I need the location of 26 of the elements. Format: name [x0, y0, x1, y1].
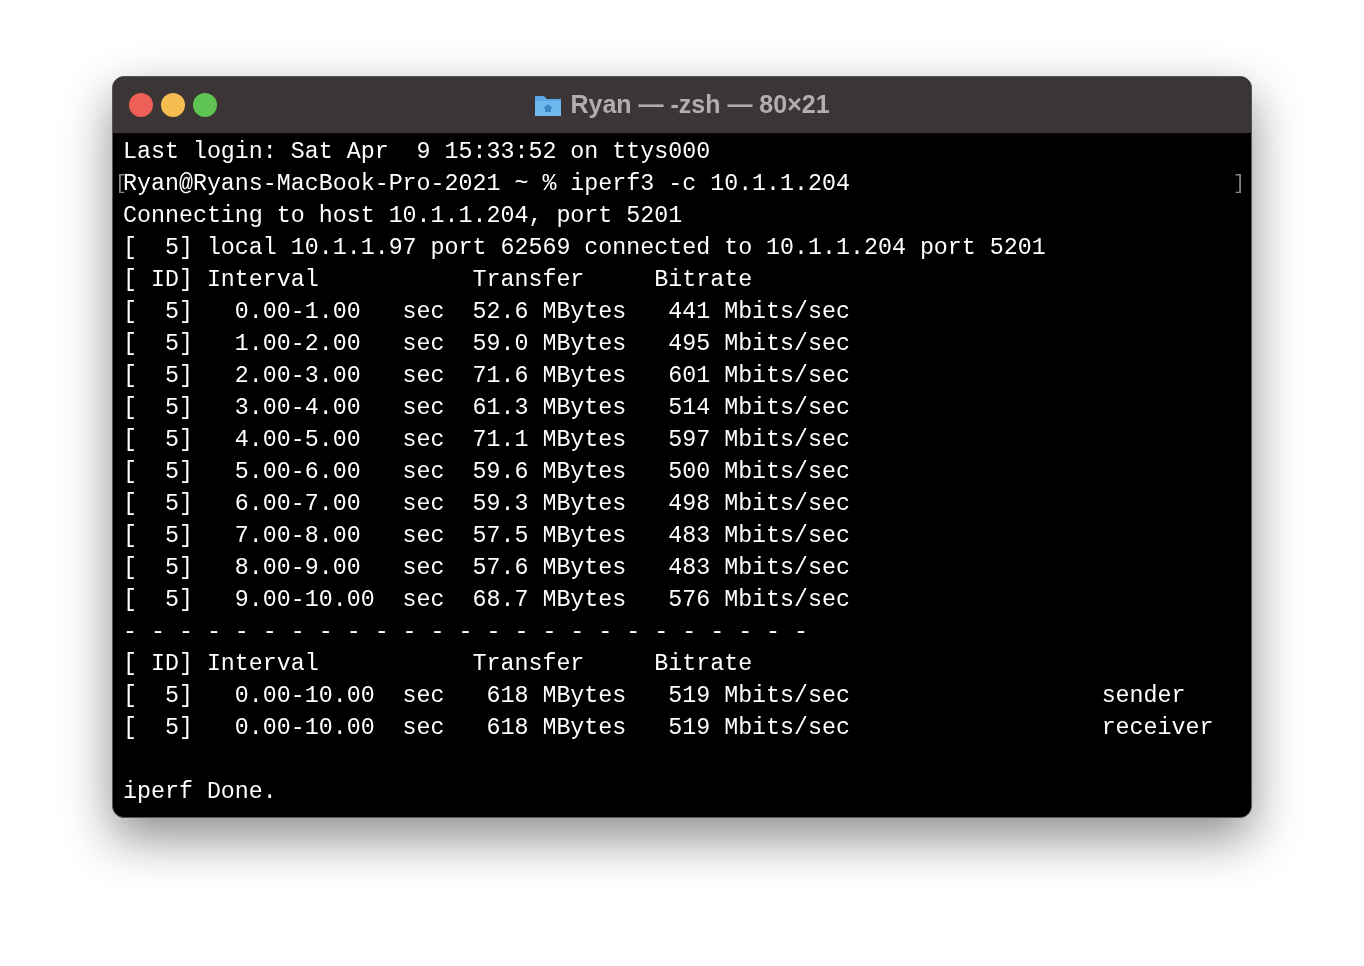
zoom-button[interactable]: [193, 93, 217, 117]
terminal-line: Last login: Sat Apr 9 15:33:52 on ttys000: [123, 138, 711, 167]
terminal-line: [ 5] 0.00-1.00 sec 52.6 MBytes 441 Mbits/sec: [123, 298, 850, 327]
terminal-line: [ 5] 9.00-10.00 sec 68.7 MBytes 576 Mbits/sec: [123, 586, 850, 615]
terminal-line: [ 5] 4.00-5.00 sec 71.1 MBytes 597 Mbits/sec: [123, 426, 850, 455]
terminal-line: [ 5] 0.00-10.00 sec 618 MBytes 519 Mbits/sec receiver: [123, 714, 1214, 743]
terminal-line: iperf Done.: [123, 778, 277, 807]
terminal-line: Ryan@Ryans-MacBook-Pro-2021 ~ % iperf3 -c 10.1.1.204: [123, 170, 850, 199]
terminal-line: [ ID] Interval Transfer Bitrate: [123, 650, 753, 679]
terminal-line: [ 5] 7.00-8.00 sec 57.5 MBytes 483 Mbits/sec: [123, 522, 850, 551]
terminal-line: - - - - - - - - - - - - - - - - - - - - - - - - -: [123, 618, 809, 647]
terminal-line: [ 5] 1.00-2.00 sec 59.0 MBytes 495 Mbits/sec: [123, 330, 850, 359]
terminal-line: [ 5] 3.00-4.00 sec 61.3 MBytes 514 Mbits/sec: [123, 394, 850, 423]
mark-bracket: ]: [1233, 171, 1245, 197]
terminal-line: [ 5] 5.00-6.00 sec 59.6 MBytes 500 Mbits/sec: [123, 458, 850, 487]
window-title: Ryan — -zsh — 80×21: [570, 89, 830, 121]
minimize-button[interactable]: [161, 93, 185, 117]
terminal-line: [ 5] 8.00-9.00 sec 57.6 MBytes 483 Mbits/sec: [123, 554, 850, 583]
folder-icon: [534, 93, 563, 117]
terminal-line: [ 5] local 10.1.1.97 port 62569 connected to 10.1.1.204 port 5201: [123, 234, 1046, 263]
terminal-line: Connecting to host 10.1.1.204, port 5201: [123, 202, 683, 231]
terminal-line: [ 5] 2.00-3.00 sec 71.6 MBytes 601 Mbits/sec: [123, 362, 850, 391]
terminal-line: [ 5] 6.00-7.00 sec 59.3 MBytes 498 Mbits/sec: [123, 490, 850, 519]
terminal-line: [ 5] 0.00-10.00 sec 618 MBytes 519 Mbits/sec sender: [123, 682, 1186, 711]
terminal-line: [ ID] Interval Transfer Bitrate: [123, 266, 753, 295]
close-button[interactable]: [129, 93, 153, 117]
